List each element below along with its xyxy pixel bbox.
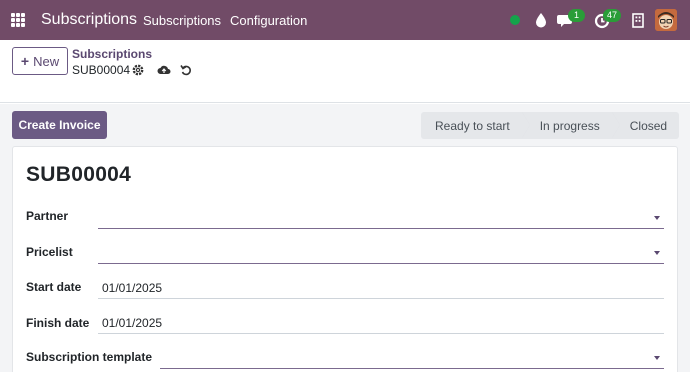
start-date-label: Start date [26,280,82,294]
stage-in-progress[interactable]: In progress [521,112,620,139]
stage-closed[interactable]: Closed [611,112,680,139]
start-date-field[interactable]: 01/01/2025 [98,277,664,299]
new-button[interactable]: + New [12,47,68,75]
user-avatar[interactable] [655,9,677,31]
breadcrumb-subscriptions[interactable]: Subscriptions [72,47,152,61]
presence-status-icon[interactable] [510,15,520,25]
pricelist-field[interactable] [98,242,664,264]
stage-statusbar: Ready to start In progress Closed [421,112,680,139]
stage-label: Closed [629,118,668,133]
chevron-down-icon[interactable] [654,356,660,360]
plus-icon: + [20,53,30,69]
subscription-template-label: Subscription template [26,350,153,364]
save-cloud-icon[interactable] [157,63,171,77]
control-panel: + New Subscriptions SUB00004 [0,40,690,103]
breadcrumb-record: SUB00004 [72,63,131,77]
messages-badge: 1 [568,9,585,22]
stage-label: Ready to start [435,118,510,133]
menu-subscriptions[interactable]: Subscriptions [143,13,221,28]
subscription-template-field[interactable] [160,347,664,369]
finish-date-field[interactable]: 01/01/2025 [98,312,664,334]
apps-menu-icon[interactable] [11,13,25,27]
start-date-value: 01/01/2025 [102,280,163,295]
stage-label: In progress [539,118,600,133]
pricelist-label: Pricelist [26,245,73,259]
menu-configuration[interactable]: Configuration [230,13,307,28]
partner-field[interactable] [98,207,664,229]
record-title: SUB00004 [26,163,132,186]
stage-ready-to-start[interactable]: Ready to start [421,112,530,139]
partner-label: Partner [26,209,69,223]
finish-date-label: Finish date [26,316,90,330]
gear-icon[interactable] [131,63,145,77]
top-navbar: Subscriptions Subscriptions Configuratio… [0,0,690,40]
create-invoice-button[interactable]: Create Invoice [12,111,107,139]
activities-badge: 47 [603,9,622,22]
company-building-icon[interactable] [628,10,648,30]
app-title[interactable]: Subscriptions [41,11,137,29]
drop-icon[interactable] [531,10,551,30]
discard-undo-icon[interactable] [179,63,193,77]
new-button-label: New [33,53,60,69]
chevron-down-icon[interactable] [654,251,660,255]
chevron-down-icon[interactable] [654,216,660,220]
finish-date-value: 01/01/2025 [102,315,163,330]
